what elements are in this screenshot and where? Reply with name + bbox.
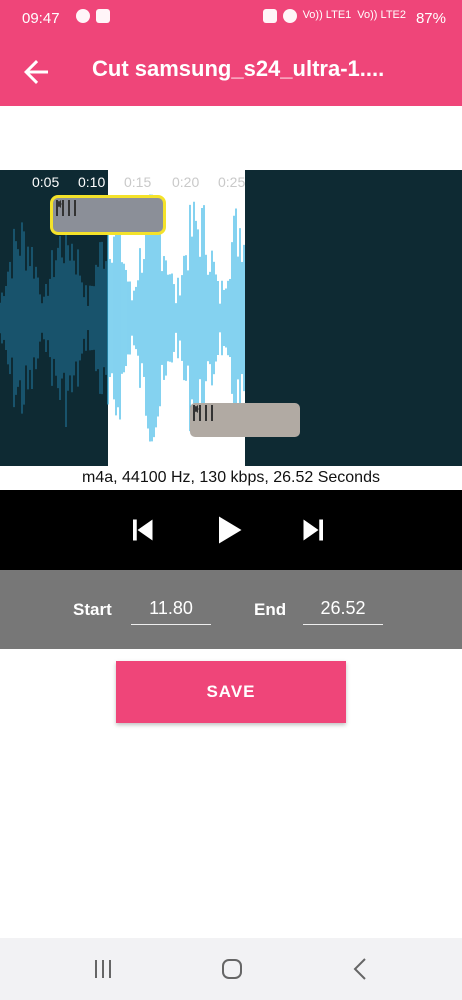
skip-previous-icon[interactable]	[124, 512, 160, 548]
network-1-label: Vo)) LTE1	[302, 9, 352, 21]
waveform-view[interactable]: 0:05 0:10 0:15 0:20 0:25	[0, 170, 462, 466]
time-tick: 0:05	[32, 174, 60, 190]
messenger-icon	[76, 9, 90, 23]
end-marker-handle[interactable]	[190, 403, 300, 437]
alarm-icon	[262, 9, 277, 23]
start-time-input[interactable]: 11.80	[131, 594, 211, 625]
navigation-bar	[0, 938, 462, 1000]
status-icons-right: Vo)) LTE1 Vo)) LTE2	[262, 9, 406, 23]
play-icon[interactable]	[210, 512, 246, 548]
battery-level: 87%	[415, 10, 446, 27]
skip-next-icon[interactable]	[296, 512, 332, 548]
app-bar: Cut samsung_s24_ultra-1....	[0, 36, 462, 106]
home-icon[interactable]	[217, 954, 247, 984]
start-marker-handle[interactable]	[53, 198, 163, 232]
file-info: m4a, 44100 Hz, 130 kbps, 26.52 Seconds	[82, 469, 380, 486]
end-label: End	[254, 600, 287, 619]
time-tick: 0:20	[172, 174, 200, 190]
network-2-label: Vo)) LTE2	[357, 9, 406, 21]
status-icons-left	[76, 9, 110, 23]
end-time-input[interactable]: 26.52	[303, 594, 383, 625]
recent-apps-icon[interactable]	[88, 954, 118, 984]
time-tick: 0:25	[218, 174, 246, 190]
status-bar: 09:47 Vo)) LTE1 Vo)) LTE2 87%	[0, 0, 462, 36]
start-label: Start	[73, 600, 112, 619]
chevron-right-icon	[194, 405, 199, 413]
wifi-icon	[282, 9, 297, 23]
gallery-icon	[96, 9, 110, 23]
time-tick: 0:15	[124, 174, 152, 190]
page-title: Cut samsung_s24_ultra-1....	[92, 56, 385, 81]
range-panel: Start 11.80 End 26.52	[0, 570, 462, 649]
playback-controls	[0, 490, 462, 570]
time-tick: 0:10	[78, 174, 106, 190]
status-time: 09:47	[22, 10, 60, 27]
chevron-right-icon	[57, 200, 62, 208]
save-button[interactable]: SAVE	[116, 661, 346, 723]
back-arrow-icon[interactable]	[18, 54, 54, 90]
back-icon[interactable]	[346, 954, 376, 984]
